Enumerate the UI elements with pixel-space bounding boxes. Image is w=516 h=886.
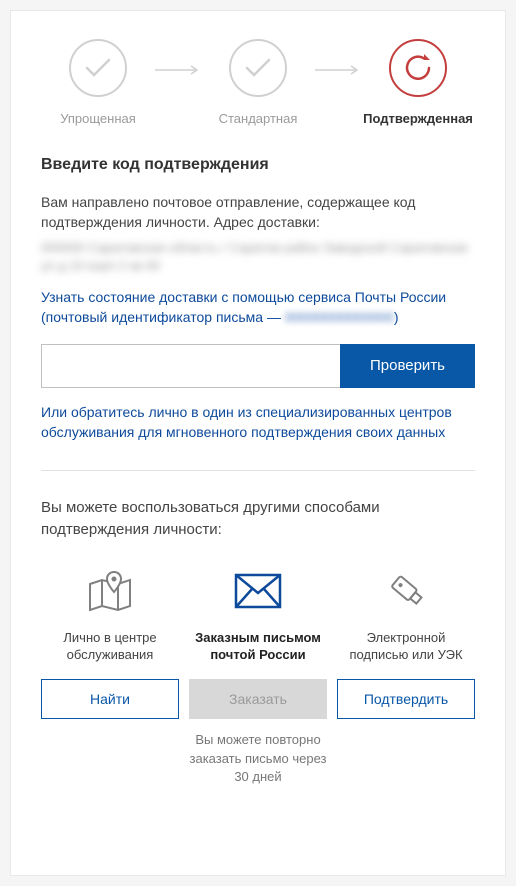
map-pin-icon [86, 567, 134, 615]
track-delivery-link[interactable]: Узнать состояние доставки с помощью серв… [41, 287, 475, 328]
checkmark-icon [69, 39, 127, 97]
refresh-icon [389, 39, 447, 97]
step-label: Подтвержденная [363, 111, 473, 126]
step-simple: Упрощенная [41, 39, 155, 126]
code-input-row: Проверить [41, 344, 475, 388]
order-letter-button: Заказать [189, 679, 327, 719]
alternative-methods-title: Вы можете воспользоваться другими способ… [41, 497, 475, 541]
verification-card: Упрощенная Стандартная Подтвержденная Вв… [10, 10, 506, 876]
delivery-address-redacted: 000000 Саратовская область г Саратов рай… [41, 239, 475, 275]
method-label: Лично в центре обслуживания [41, 629, 179, 665]
track-link-suffix: ) [394, 309, 399, 325]
check-button[interactable]: Проверить [340, 344, 475, 388]
track-id-redacted: 00000000000000 [285, 307, 394, 327]
arrow-icon [315, 63, 361, 81]
method-label: Электронной подписью или УЭК [337, 629, 475, 665]
envelope-icon [234, 567, 282, 615]
method-signature: Электронной подписью или УЭК Подтвердить [337, 567, 475, 788]
confirmation-code-input[interactable] [41, 344, 340, 388]
find-center-button[interactable]: Найти [41, 679, 179, 719]
usb-key-icon [382, 567, 430, 615]
method-in-person: Лично в центре обслуживания Найти [41, 567, 179, 788]
delivery-description: Вам направлено почтовое отправление, сод… [41, 192, 475, 233]
reorder-note: Вы можете повторно заказать письмо через… [189, 731, 327, 788]
section-title: Введите код подтверждения [41, 156, 475, 174]
progress-steps: Упрощенная Стандартная Подтвержденная [41, 39, 475, 126]
step-label: Упрощенная [60, 111, 136, 126]
step-standard: Стандартная [201, 39, 315, 126]
divider [41, 470, 475, 471]
methods-row: Лично в центре обслуживания Найти Заказн… [41, 567, 475, 788]
step-confirmed: Подтвержденная [361, 39, 475, 126]
arrow-icon [155, 63, 201, 81]
step-label: Стандартная [219, 111, 298, 126]
confirm-signature-button[interactable]: Подтвердить [337, 679, 475, 719]
method-mail: Заказным письмом почтой России Заказать … [189, 567, 327, 788]
service-centers-link[interactable]: Или обратитесь лично в один из специализ… [41, 402, 475, 443]
method-label: Заказным письмом почтой России [189, 629, 327, 665]
checkmark-icon [229, 39, 287, 97]
